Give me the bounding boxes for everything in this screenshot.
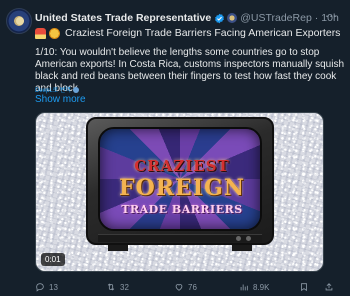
reply-icon [36, 283, 44, 292]
retweet-count: 32 [120, 282, 129, 292]
retweet-button[interactable]: 32 [106, 282, 129, 292]
tweet-header: United States Trade Representative @USTr… [35, 11, 339, 25]
action-bar: 13 32 76 8.9K [35, 281, 340, 293]
retweet-icon [107, 283, 115, 291]
video-title-line-2: FOREIGN [118, 175, 246, 201]
deepl-icon [72, 86, 79, 93]
show-more-link[interactable]: Show more [35, 94, 86, 105]
tweet-body: 1/10: You wouldn't believe the lengths s… [35, 47, 345, 94]
display-name[interactable]: United States Trade Representative [35, 12, 211, 24]
reply-count: 13 [49, 282, 58, 292]
translate-label[interactable]: DeepL로 번역 [35, 85, 71, 94]
views-button[interactable]: 8.9K [239, 282, 269, 292]
share-icon [325, 283, 333, 291]
tv-dial [236, 236, 241, 241]
handle[interactable]: @USTradeRep [240, 12, 312, 24]
tv-screen: CRAZIEST FOREIGN TRADE BARRIERS [98, 127, 262, 231]
shocked-face-icon [49, 27, 60, 39]
views-icon [240, 284, 248, 291]
views-count: 8.9K [253, 282, 270, 292]
tweet[interactable]: United States Trade Representative @USTr… [0, 0, 350, 296]
share-button[interactable] [324, 282, 338, 292]
avatar[interactable] [6, 8, 32, 34]
like-count: 76 [188, 282, 197, 292]
headline-text: Craziest Foreign Trade Barriers Facing A… [65, 27, 341, 39]
siren-icon [35, 27, 46, 39]
like-button[interactable]: 76 [174, 282, 197, 292]
reply-button[interactable]: 13 [35, 282, 58, 292]
more-icon[interactable]: ⋯ [325, 9, 338, 23]
separator: · [314, 12, 319, 24]
headline: Craziest Foreign Trade Barriers Facing A… [35, 27, 340, 39]
bookmark-button[interactable] [299, 282, 313, 292]
like-icon [175, 284, 183, 291]
video-player[interactable]: CRAZIEST FOREIGN TRADE BARRIERS 0:01 [35, 112, 324, 272]
video-timestamp: 0:01 [41, 253, 65, 266]
government-badge-icon [227, 13, 238, 23]
video-title-line-1: CRAZIEST [134, 157, 230, 175]
verified-icon [215, 13, 225, 23]
tv-foot [232, 245, 252, 251]
tv-graphic: CRAZIEST FOREIGN TRADE BARRIERS [86, 117, 274, 269]
bookmark-icon [301, 283, 307, 292]
video-title-line-3: TRADE BARRIERS [121, 203, 243, 216]
translate-link[interactable]: DeepL로 번역 [35, 85, 79, 94]
tv-dial [246, 236, 251, 241]
tv-foot [108, 245, 128, 251]
